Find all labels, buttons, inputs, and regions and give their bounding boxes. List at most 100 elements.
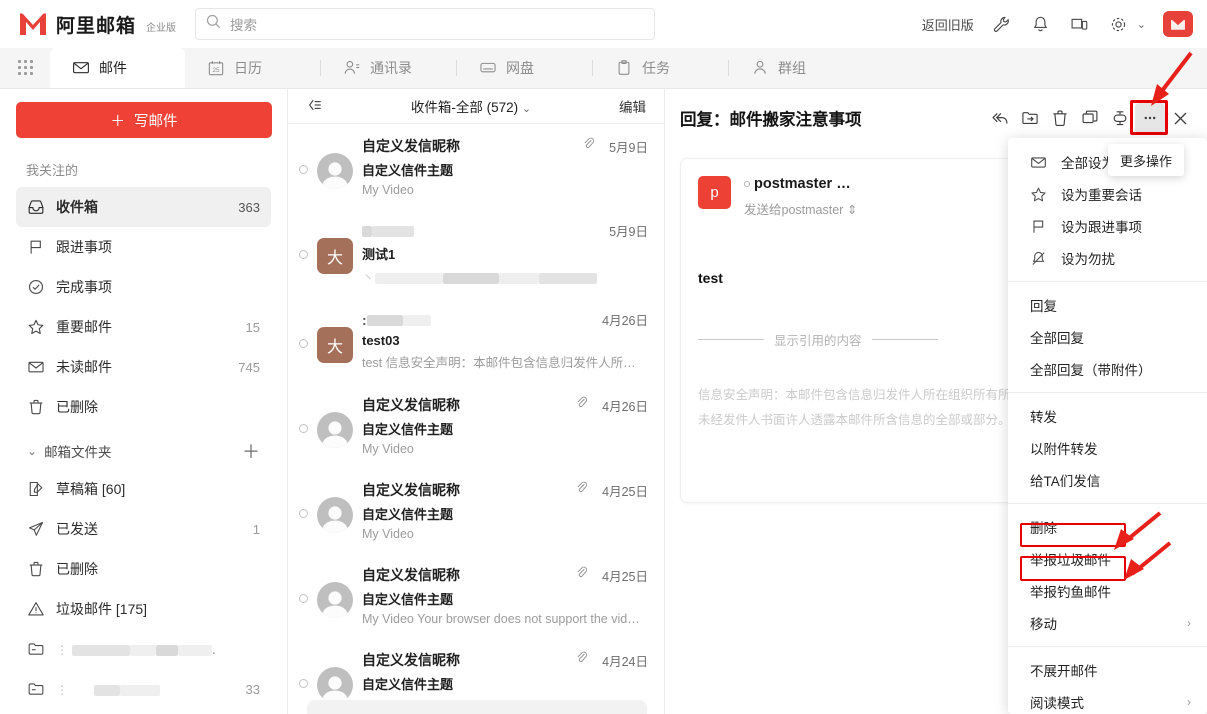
sidebar-folder-custom-1[interactable]: ⋮ . [16,629,271,669]
sidebar-item-deleted[interactable]: 已删除 [16,387,271,427]
menu-item-label: 全部回复（带附件） [1030,359,1191,379]
sidebar-item-inbox[interactable]: 收件箱 363 [16,187,271,227]
recipient-line[interactable]: 发送给postmaster ⇕ [744,199,857,218]
tab-groups[interactable]: 群组 [729,47,864,88]
select-radio[interactable] [299,509,308,518]
menu-item-label: 设为重要会话 [1061,184,1191,204]
menu-item-delete[interactable]: 删除 [1008,511,1207,543]
mail-list-item[interactable]: 大 5月9日 测试1 丶 [289,209,664,298]
device-icon[interactable] [1069,13,1091,35]
mail-app-window: 阿里邮箱 企业版 搜索 返回旧版 ⌄ [0,0,1207,714]
mail-item-line1: 自定义发信昵称 4月26日 [362,395,648,415]
sidebar-item-important[interactable]: 重要邮件 15 [16,307,271,347]
search-input[interactable]: 搜索 [195,8,655,40]
menu-item-collapse-mail[interactable]: 不展开邮件 [1008,654,1207,686]
mail-sender: 自定义发信昵称 [362,395,575,415]
mail-list-title[interactable]: 收件箱-全部 (572) ⌄ [323,96,619,116]
sidebar-folder-drafts[interactable]: 草稿箱 [60] [16,469,271,509]
mail-item-line1: 自定义发信昵称 5月9日 [362,136,648,156]
sidebar-item-count: 15 [246,320,260,335]
send-icon [27,520,45,538]
recipient-line-text: 发送给postmaster [744,203,843,217]
mail-list-item[interactable]: 自定义发信昵称 4月25日 自定义信件主题 My Video [289,468,664,553]
menu-item-reply[interactable]: 回复 [1008,289,1207,321]
sidebar-item-follow-up[interactable]: 跟进事项 [16,227,271,267]
mail-list-item[interactable]: 大 : 4月26日 test03 test 信息安全声明：本邮件包含信息归发件人… [289,298,664,383]
expand-recipients-icon[interactable]: ⇕ [847,203,857,217]
bell-icon[interactable] [1030,13,1052,35]
mail-sender: 自定义发信昵称 [362,565,575,585]
tab-contacts[interactable]: 通讯录 [321,47,456,88]
sidebar: ＋ 写邮件 我关注的 收件箱 363 跟进事项 完成事项 [0,89,288,714]
attachment-icon [582,137,595,155]
compose-button[interactable]: ＋ 写邮件 [16,102,272,138]
mail-subject: 自定义信件主题 [362,504,648,523]
menu-item-mute[interactable]: 设为勿扰 [1008,242,1207,274]
menu-item-mark-followup[interactable]: 设为跟进事项 [1008,210,1207,242]
close-icon[interactable] [1165,103,1195,133]
menu-item-reply-all[interactable]: 全部回复 [1008,321,1207,353]
menu-item-report-spam[interactable]: 举报垃圾邮件 [1008,543,1207,575]
move-to-folder-icon[interactable] [1015,103,1045,133]
menu-item-forward-as-attachment[interactable]: 以附件转发 [1008,432,1207,464]
mail-preview: test 信息安全声明：本邮件包含信息归发件人所… [362,352,648,371]
gear-icon[interactable] [1108,13,1130,35]
sidebar-item-count: 745 [238,360,260,375]
return-old-version-button[interactable]: 返回旧版 [922,15,974,34]
menu-item-label: 设为勿扰 [1061,248,1191,268]
sidebar-folder-label: 垃圾邮件 [175] [56,599,249,619]
mail-preview: My Video [362,527,648,541]
mail-item-line1: 5月9日 [362,221,648,240]
mail-list-item[interactable]: 自定义发信昵称 4月25日 自定义信件主题 My Video Your brow… [289,553,664,638]
menu-item-move[interactable]: 移动 › [1008,607,1207,639]
menu-divider [1008,646,1207,647]
draft-icon [27,480,45,498]
collapse-panel-icon[interactable] [307,97,323,116]
select-radio[interactable] [299,424,308,433]
sidebar-folder-deleted[interactable]: 已删除 [16,549,271,589]
menu-item-report-phishing[interactable]: 举报钓鱼邮件 [1008,575,1207,607]
attachment-icon [575,396,588,414]
trash-icon [27,560,45,578]
mail-folders-header[interactable]: ⌄ 邮箱文件夹 ＋ [16,433,271,469]
select-radio[interactable] [299,679,308,688]
mail-list-item[interactable]: 自定义发信昵称 4月26日 自定义信件主题 My Video [289,383,664,468]
select-radio[interactable] [299,594,308,603]
sidebar-item-unread[interactable]: 未读邮件 745 [16,347,271,387]
mail-preview: My Video Your browser does not support t… [362,612,648,626]
select-radio[interactable] [299,250,308,259]
sidebar-folder-custom-2[interactable]: ⋮ 33 [16,669,271,709]
app-grid-icon[interactable] [0,47,50,88]
reply-all-icon[interactable] [985,103,1015,133]
sidebar-folder-sent[interactable]: 已发送 1 [16,509,271,549]
print-icon[interactable] [1105,103,1135,133]
menu-item-forward[interactable]: 转发 [1008,400,1207,432]
user-avatar[interactable] [1163,11,1193,37]
delete-icon[interactable] [1045,103,1075,133]
menu-item-mark-important[interactable]: 设为重要会话 [1008,178,1207,210]
tab-mail[interactable]: 邮件 [50,47,185,88]
wrench-icon[interactable] [991,13,1013,35]
select-radio[interactable] [299,165,308,174]
sidebar-item-completed[interactable]: 完成事项 [16,267,271,307]
add-folder-icon[interactable]: ＋ [242,438,260,464]
sidebar-folder-label-redacted: ⋮ . [56,641,249,657]
tab-drive[interactable]: 网盘 [457,47,592,88]
tab-label: 网盘 [506,58,534,78]
select-radio[interactable] [299,339,308,348]
more-actions-icon[interactable] [1135,103,1165,133]
mail-list-item[interactable]: 自定义发信昵称 5月9日 自定义信件主题 My Video [289,124,664,209]
tab-calendar[interactable]: 25 日历 [185,47,320,88]
menu-item-reply-all-with-attachments[interactable]: 全部回复（带附件） [1008,353,1207,385]
copy-icon[interactable] [1075,103,1105,133]
top-right-actions: 返回旧版 ⌄ [922,11,1207,37]
more-actions-tooltip: 更多操作 [1108,144,1184,176]
menu-item-reading-mode[interactable]: 阅读模式 › [1008,686,1207,714]
sidebar-folder-spam[interactable]: 垃圾邮件 [175] [16,589,271,629]
tab-tasks[interactable]: 任务 [593,47,728,88]
envelope-icon [27,358,45,376]
mail-date: 5月9日 [609,221,648,240]
mail-list-edit-button[interactable]: 编辑 [619,96,646,116]
menu-item-send-to-them[interactable]: 给TA们发信 [1008,464,1207,496]
chevron-down-icon[interactable]: ⌄ [1137,18,1146,31]
